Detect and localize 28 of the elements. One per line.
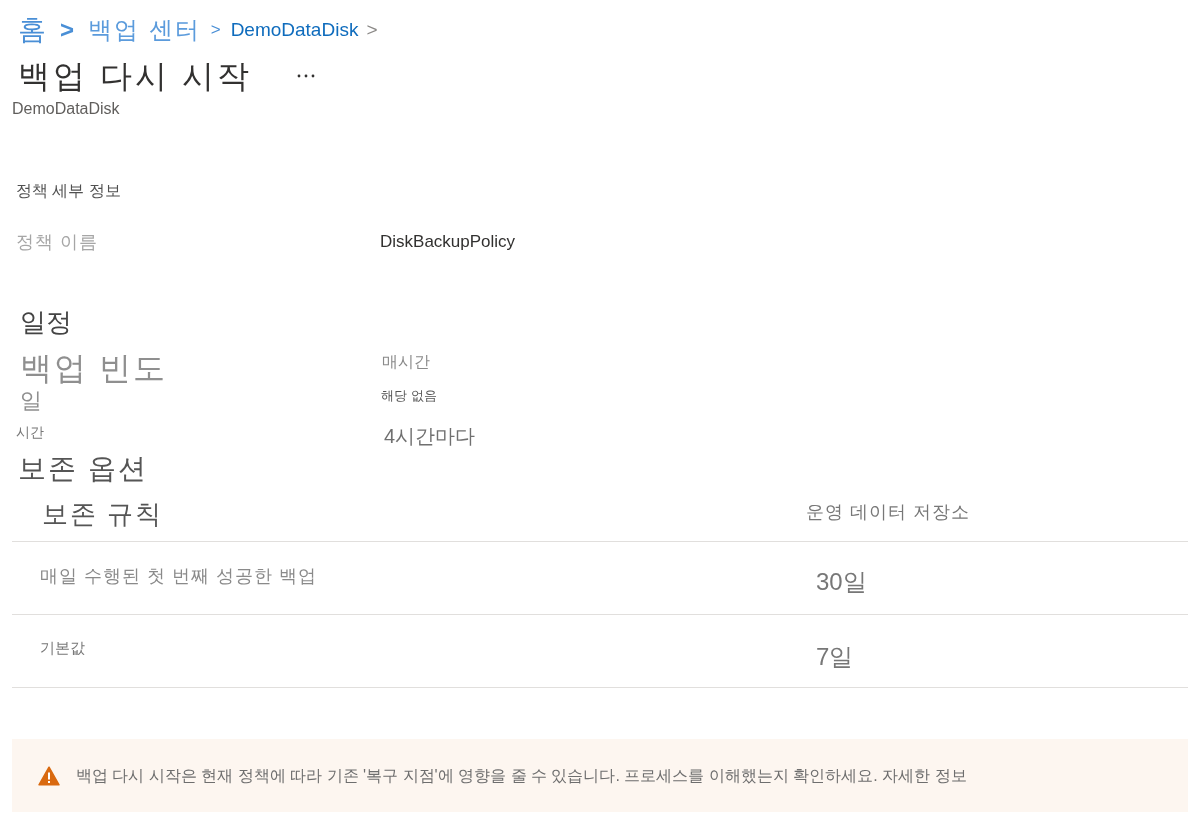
section-heading: 일정 bbox=[20, 306, 72, 338]
field-value: 매시간 bbox=[382, 352, 430, 372]
field-value: DiskBackupPolicy bbox=[380, 231, 516, 253]
breadcrumb-separator: > bbox=[210, 19, 221, 41]
table-cell: 매일 수행된 첫 번째 성공한 백업 bbox=[40, 565, 317, 586]
page-subtitle: DemoDataDisk bbox=[12, 99, 120, 119]
warning-message: 백업 다시 시작은 현재 정책에 따라 기존 '복구 지점'에 영향을 줄 수 있습니다. 프로세스를 이해했는지 확인하세요. 자세한 정보 bbox=[76, 765, 967, 786]
breadcrumb-link[interactable]: DemoDataDisk bbox=[230, 12, 359, 48]
field-label: 시간 bbox=[16, 423, 44, 441]
field-label: 백업 빈도 bbox=[20, 349, 167, 388]
column-header: 보존 규칙 bbox=[42, 498, 164, 529]
table-cell-text: 30일 bbox=[815, 567, 867, 597]
field-value: 4시간마다 bbox=[384, 424, 476, 448]
column-header: 운영 데이터 저장소 bbox=[806, 500, 970, 524]
warning-icon bbox=[38, 765, 60, 786]
page-title: 백업 다시 시작 bbox=[18, 57, 252, 96]
breadcrumb-link[interactable]: 백업 센터 bbox=[88, 12, 201, 48]
breadcrumb-link[interactable]: 홈 bbox=[18, 12, 46, 48]
field-value: 해당 없음 bbox=[381, 388, 437, 404]
table-cell-text: 7일 bbox=[815, 642, 854, 672]
section-heading: 보존 옵션 bbox=[18, 452, 148, 486]
section-heading: 정책 세부 정보 bbox=[16, 181, 121, 201]
field-label: 일 bbox=[20, 388, 42, 414]
table-cell: 기본값 bbox=[40, 639, 85, 656]
ellipsis-icon bbox=[296, 74, 315, 78]
breadcrumb-separator: > bbox=[60, 18, 74, 42]
breadcrumb-separator: > bbox=[366, 18, 378, 42]
field-label: 정책 이름 bbox=[16, 231, 98, 252]
